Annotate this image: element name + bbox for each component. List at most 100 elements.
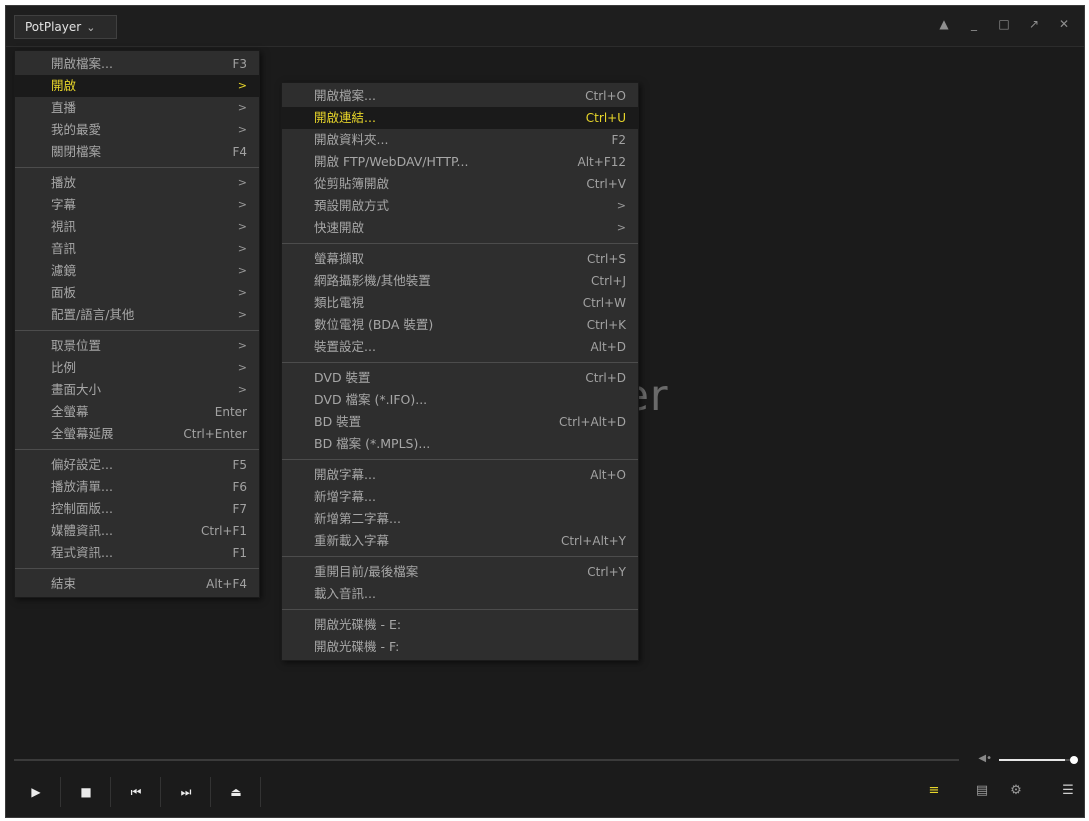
seekbar-row: ◀• [6, 753, 1084, 767]
maximize-icon[interactable]: □ [998, 17, 1010, 31]
main-menu-item[interactable]: 偏好設定... F5 [15, 454, 259, 476]
open-submenu-item[interactable]: 預設開啟方式 > [282, 195, 638, 217]
open-submenu-item-label: 開啟資料夾... [314, 132, 389, 147]
main-menu-item-label: 媒體資訊... [51, 523, 113, 538]
open-submenu-item-label: 新增字幕... [314, 489, 376, 504]
main-menu-item[interactable]: 開啟檔案... F3 [15, 53, 259, 75]
submenu-arrow-icon: > [237, 220, 247, 233]
close-icon[interactable]: ✕ [1058, 17, 1070, 31]
app-menu-button[interactable]: PotPlayer ⌄ [14, 15, 117, 39]
open-submenu-item[interactable]: DVD 裝置 Ctrl+D [282, 367, 638, 389]
open-submenu-item-label: DVD 檔案 (*.IFO)... [314, 392, 428, 407]
main-menu-item[interactable]: 全螢幕延展 Ctrl+Enter [15, 423, 259, 445]
open-submenu-item-shortcut: Ctrl+J [591, 274, 626, 288]
menu-separator [15, 167, 259, 168]
volume-icon[interactable]: ◀• [978, 753, 992, 764]
open-submenu-item[interactable]: 網路攝影機/其他裝置 Ctrl+J [282, 270, 638, 292]
playlist-icon[interactable]: ▤ [972, 781, 992, 801]
main-menu-item[interactable]: 畫面大小 > [15, 379, 259, 401]
main-menu-item[interactable]: 我的最愛 > [15, 119, 259, 141]
submenu-arrow-icon: > [237, 383, 247, 396]
stop-icon[interactable]: ■ [72, 779, 100, 805]
main-menu-item[interactable]: 取景位置 > [15, 335, 259, 357]
control-divider [260, 777, 261, 807]
open-submenu-item[interactable]: 開啟檔案... Ctrl+O [282, 85, 638, 107]
chevron-down-icon: ⌄ [86, 21, 96, 34]
open-submenu-item[interactable]: 數位電視 (BDA 裝置) Ctrl+K [282, 314, 638, 336]
main-menu-item-label: 程式資訊... [51, 545, 113, 560]
open-submenu-item[interactable]: 新增第二字幕... [282, 508, 638, 530]
open-submenu-item[interactable]: 開啟連結... Ctrl+U [282, 107, 638, 129]
open-submenu-item-shortcut: Ctrl+U [585, 111, 626, 125]
minimize-icon[interactable]: _ [968, 17, 980, 31]
open-submenu-item-label: BD 裝置 [314, 414, 362, 429]
main-menu-item[interactable]: 程式資訊... F1 [15, 542, 259, 564]
main-menu-item[interactable]: 全螢幕 Enter [15, 401, 259, 423]
open-submenu-item[interactable]: 裝置設定... Alt+D [282, 336, 638, 358]
main-menu-item[interactable]: 播放 > [15, 172, 259, 194]
main-menu-item[interactable]: 開啟 > [15, 75, 259, 97]
menu-icon[interactable]: ☰ [1058, 781, 1078, 801]
eject-icon[interactable]: ⏏ [222, 779, 250, 805]
pin-icon[interactable]: ▲ [938, 17, 950, 31]
main-menu-item-label: 偏好設定... [51, 457, 113, 472]
menu-separator [282, 243, 638, 244]
play-icon[interactable]: ▶ [22, 779, 50, 805]
main-menu-item-shortcut: F5 [232, 458, 247, 472]
menu-separator [15, 330, 259, 331]
main-menu-item-label: 音訊 [51, 241, 77, 256]
open-submenu-item-label: 開啟 FTP/WebDAV/HTTP... [314, 154, 469, 169]
open-submenu-item[interactable]: 開啟 FTP/WebDAV/HTTP... Alt+F12 [282, 151, 638, 173]
main-menu-item-label: 取景位置 [51, 338, 102, 353]
main-menu-item[interactable]: 結束 Alt+F4 [15, 573, 259, 595]
volume-knob[interactable] [1070, 756, 1078, 764]
main-menu-item-shortcut: F1 [232, 546, 247, 560]
open-submenu-item[interactable]: 開啟光碟機 - E: [282, 614, 638, 636]
open-submenu-item[interactable]: 載入音訊... [282, 583, 638, 605]
main-menu-item[interactable]: 濾鏡 > [15, 260, 259, 282]
next-icon[interactable]: ⏭ [172, 779, 200, 805]
open-submenu-item-shortcut: Ctrl+K [586, 318, 626, 332]
main-menu-item[interactable]: 視訊 > [15, 216, 259, 238]
submenu-arrow-icon: > [237, 242, 247, 255]
fullscreen-icon[interactable]: ↗ [1028, 17, 1040, 31]
previous-icon[interactable]: ⏮ [122, 779, 150, 805]
volume-slider[interactable] [999, 756, 1078, 764]
main-menu-item[interactable]: 比例 > [15, 357, 259, 379]
main-menu-item[interactable]: 播放清單... F6 [15, 476, 259, 498]
open-submenu-item[interactable]: 從剪貼簿開啟 Ctrl+V [282, 173, 638, 195]
main-menu-item-shortcut: F6 [232, 480, 247, 494]
main-menu-item[interactable]: 直播 > [15, 97, 259, 119]
main-menu-item-label: 直播 [51, 100, 77, 115]
open-submenu-item[interactable]: 重新載入字幕 Ctrl+Alt+Y [282, 530, 638, 552]
playlist-search-icon[interactable]: ≡ [924, 781, 944, 801]
settings-icon[interactable]: ⚙ [1006, 781, 1026, 801]
control-divider [60, 777, 61, 807]
open-submenu-item[interactable]: 開啟字幕... Alt+O [282, 464, 638, 486]
open-submenu-item[interactable]: 新增字幕... [282, 486, 638, 508]
main-menu-item[interactable]: 控制面版... F7 [15, 498, 259, 520]
main-menu-item[interactable]: 配置/語言/其他 > [15, 304, 259, 326]
open-submenu-item[interactable]: 重開目前/最後檔案 Ctrl+Y [282, 561, 638, 583]
open-submenu-item-label: 螢幕擷取 [314, 251, 365, 266]
main-menu-item[interactable]: 面板 > [15, 282, 259, 304]
open-submenu-item-shortcut: Alt+D [590, 340, 626, 354]
open-submenu-item[interactable]: DVD 檔案 (*.IFO)... [282, 389, 638, 411]
open-submenu-item[interactable]: 快速開啟 > [282, 217, 638, 239]
main-menu-item[interactable]: 字幕 > [15, 194, 259, 216]
main-menu-item[interactable]: 音訊 > [15, 238, 259, 260]
open-submenu-item-label: 載入音訊... [314, 586, 376, 601]
main-menu-item[interactable]: 媒體資訊... Ctrl+F1 [15, 520, 259, 542]
open-submenu-item[interactable]: 開啟光碟機 - F: [282, 636, 638, 658]
seek-bar[interactable] [14, 759, 959, 761]
open-submenu-item-shortcut: Ctrl+W [582, 296, 626, 310]
open-submenu-item-shortcut: Ctrl+D [585, 371, 626, 385]
open-submenu-item[interactable]: 類比電視 Ctrl+W [282, 292, 638, 314]
main-menu-item[interactable]: 關閉檔案 F4 [15, 141, 259, 163]
open-submenu-item[interactable]: BD 裝置 Ctrl+Alt+D [282, 411, 638, 433]
open-submenu-item[interactable]: 開啟資料夾... F2 [282, 129, 638, 151]
open-submenu-item-label: 重新載入字幕 [314, 533, 390, 548]
open-submenu-item[interactable]: BD 檔案 (*.MPLS)... [282, 433, 638, 455]
window-controls: ▲ _ □ ↗ ✕ [938, 17, 1070, 31]
open-submenu-item[interactable]: 螢幕擷取 Ctrl+S [282, 248, 638, 270]
